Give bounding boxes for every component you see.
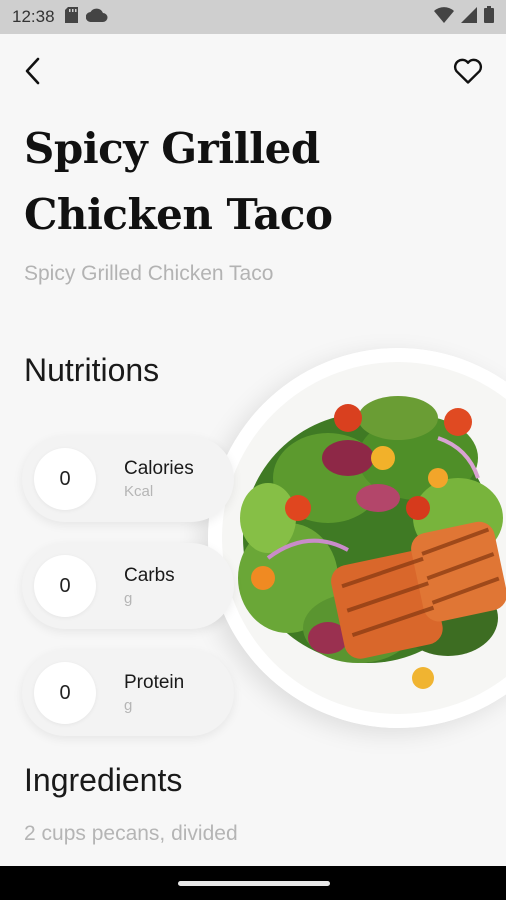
- back-button[interactable]: [18, 57, 48, 90]
- recipe-title: Spicy Grilled Chicken Taco: [24, 124, 333, 239]
- recipe-image: [208, 348, 506, 728]
- status-right-icons: [434, 6, 494, 28]
- nutrition-card-calories: 0 Calories Kcal: [22, 436, 234, 522]
- cloud-icon: [85, 8, 108, 27]
- ingredient-item: 2 cups pecans, divided: [24, 822, 238, 845]
- nutrition-unit: g: [124, 590, 133, 607]
- ingredients-heading: Ingredients: [24, 762, 183, 798]
- nutrition-label: Protein: [124, 672, 185, 693]
- nutrition-value: 0: [34, 448, 96, 510]
- status-time: 12:38: [12, 7, 55, 26]
- nutrition-label: Carbs: [124, 565, 175, 586]
- nutrition-value: 0: [34, 662, 96, 724]
- status-bar: 12:38: [0, 0, 506, 34]
- recipe-detail-screen: Spicy Grilled Chicken Taco Spicy Grilled…: [0, 34, 506, 866]
- nutrition-card-carbs: 0 Carbs g: [22, 543, 234, 629]
- sd-card-icon: [64, 6, 78, 28]
- salmon-salad-illustration: [208, 348, 506, 728]
- status-left-icons: [64, 6, 108, 28]
- nutrition-label: Calories: [124, 458, 194, 479]
- recipe-subtitle: Spicy Grilled Chicken Taco: [24, 262, 274, 285]
- nutrition-unit: Kcal: [124, 483, 154, 500]
- nutrition-value: 0: [34, 555, 96, 617]
- signal-icon: [461, 6, 477, 28]
- wifi-icon: [434, 6, 454, 28]
- nutrition-heading: Nutritions: [24, 352, 160, 388]
- nutrition-unit: g: [124, 697, 133, 714]
- chevron-left-icon: [24, 57, 42, 90]
- system-nav-bar: [0, 866, 506, 900]
- battery-icon: [484, 6, 494, 28]
- home-indicator[interactable]: [178, 881, 330, 886]
- nutrition-card-protein: 0 Protein g: [22, 650, 234, 736]
- favorite-button[interactable]: [452, 58, 484, 88]
- heart-outline-icon: [453, 58, 483, 89]
